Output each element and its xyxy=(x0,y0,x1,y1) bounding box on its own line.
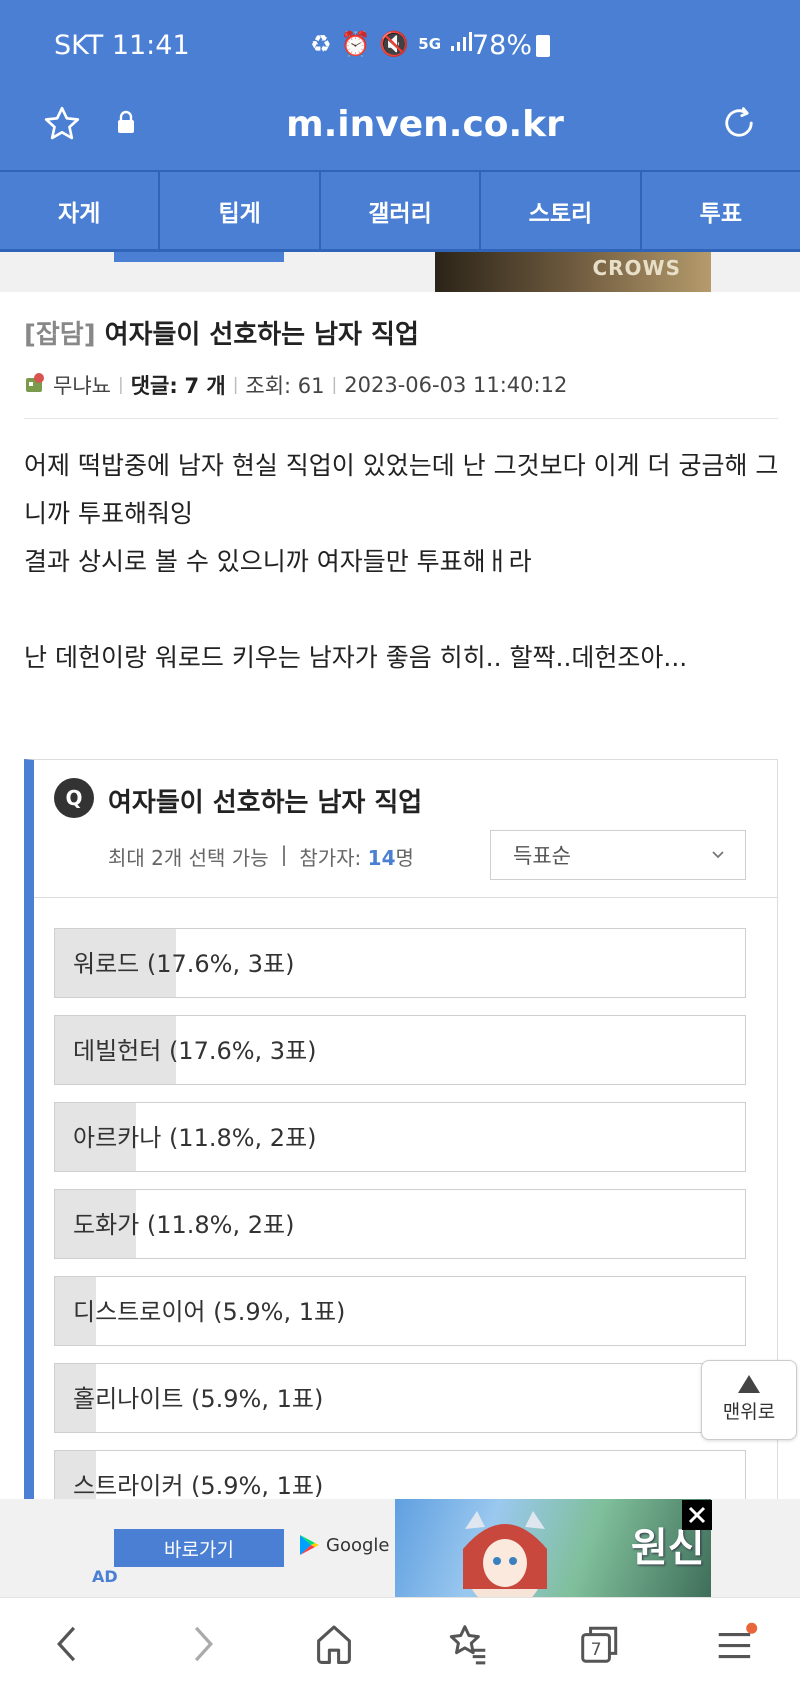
poll-header: Q 여자들이 선호하는 남자 직업 최대 2개 선택 가능 | 참가자: 14명… xyxy=(34,760,778,898)
ad-label: AD xyxy=(92,1567,118,1586)
status-time: SKT 11:41 xyxy=(54,30,190,61)
poll-box: Q 여자들이 선호하는 남자 직업 최대 2개 선택 가능 | 참가자: 14명… xyxy=(24,759,778,1520)
participants-count: 14 xyxy=(367,846,396,870)
poll-option[interactable]: 디스트로이어 (5.9%, 1표) xyxy=(54,1276,746,1346)
board-tabs: 자게 팁게 갤러리 스토리 투표 xyxy=(0,170,800,252)
bottom-ad-banner[interactable]: 바로가기 Google Play AD 원신 xyxy=(0,1499,800,1597)
sort-value: 득표순 xyxy=(513,844,571,868)
poll-option[interactable]: 도화가 (11.8%, 2표) xyxy=(54,1189,746,1259)
poll-option[interactable]: 데빌헌터 (17.6%, 3표) xyxy=(54,1015,746,1085)
comments-label: 댓글: xyxy=(130,374,178,398)
poll-option[interactable]: 워로드 (17.6%, 3표) xyxy=(54,928,746,998)
status-icons: ♻ ⏰ 🔇 5G xyxy=(310,30,474,58)
battery-icon xyxy=(536,34,551,57)
home-icon[interactable] xyxy=(314,1622,354,1670)
browser-nav-bar: 7 xyxy=(0,1597,800,1689)
alarm-icon: ⏰ xyxy=(340,30,371,58)
post-comments[interactable]: 댓글: 7 개 xyxy=(131,370,226,400)
poll-option-label: 홀리나이트 (5.9%, 1표) xyxy=(73,1385,324,1413)
poll-info-divider: | xyxy=(280,842,288,866)
poll-option-label: 워로드 (17.6%, 3표) xyxy=(73,950,295,978)
poll-option-label: 디스트로이어 (5.9%, 1표) xyxy=(73,1298,346,1326)
tabs-count: 7 xyxy=(591,1640,602,1660)
participants-label: 참가자: xyxy=(299,846,362,870)
top-ad-banner[interactable]: CROWS xyxy=(0,252,800,292)
poll-option[interactable]: 홀리나이트 (5.9%, 1표) xyxy=(54,1363,746,1433)
divider xyxy=(24,418,778,419)
tab-free-board[interactable]: 자게 xyxy=(0,172,161,249)
comments-count: 7 개 xyxy=(184,374,226,398)
tabs-icon[interactable]: 7 xyxy=(578,1622,622,1670)
forward-icon[interactable] xyxy=(184,1622,220,1670)
recycle-icon: ♻ xyxy=(310,30,332,58)
author-level-icon xyxy=(24,372,46,399)
battery-status: 78% xyxy=(472,30,551,61)
bookmarks-icon[interactable] xyxy=(446,1622,490,1670)
poll-participants: 참가자: 14명 xyxy=(299,842,414,871)
meta-divider: | xyxy=(232,375,239,395)
post-paragraph: 어제 떡밥중에 남자 현실 직업이 있었는데 난 그것보다 이게 더 궁금해 그… xyxy=(24,451,779,528)
mute-icon: 🔇 xyxy=(379,30,410,58)
ad-artwork[interactable]: 원신 xyxy=(395,1499,711,1597)
sort-select[interactable]: 득표순 xyxy=(490,830,746,880)
ad-goto-button[interactable]: 바로가기 xyxy=(114,1529,284,1567)
arrow-up-icon xyxy=(738,1375,760,1393)
poll-max-select: 최대 2개 선택 가능 xyxy=(108,846,269,870)
tab-vote[interactable]: 투표 xyxy=(642,172,800,249)
battery-percent: 78% xyxy=(472,30,533,61)
back-icon[interactable] xyxy=(50,1622,86,1670)
meta-divider: | xyxy=(117,375,124,395)
poll-options: 워로드 (17.6%, 3표) 데빌헌터 (17.6%, 3표) 아르카나 (11.… xyxy=(54,928,746,1537)
post-title-text: 여자들이 선호하는 남자 직업 xyxy=(104,320,419,350)
browser-header: SKT 11:41 ♻ ⏰ 🔇 5G 78% m.inven.co.kr xyxy=(0,0,800,170)
signal-icon xyxy=(450,30,474,58)
poll-option[interactable]: 아르카나 (11.8%, 2표) xyxy=(54,1102,746,1172)
poll-info: 최대 2개 선택 가능 | 참가자: 14명 xyxy=(108,842,414,871)
top-ad-button[interactable] xyxy=(114,252,284,262)
post-paragraph xyxy=(24,586,784,634)
chevron-down-icon xyxy=(709,844,727,868)
post-title: [잡담] 여자들이 선호하는 남자 직업 xyxy=(24,314,419,351)
meta-divider: | xyxy=(331,375,338,395)
poll-option-label: 아르카나 (11.8%, 2표) xyxy=(73,1124,317,1152)
tab-story[interactable]: 스토리 xyxy=(481,172,642,249)
tab-gallery[interactable]: 갤러리 xyxy=(321,172,482,249)
post-paragraph: 결과 상시로 볼 수 있으니까 여자들만 투표해ㅐ라 xyxy=(24,547,532,576)
post-views: 조회: 61 xyxy=(245,374,325,398)
top-ad-image[interactable]: CROWS xyxy=(435,252,711,292)
google-play-icon xyxy=(300,1535,319,1555)
menu-icon[interactable] xyxy=(714,1622,758,1670)
back-to-top-button[interactable]: 맨위로 xyxy=(701,1360,797,1440)
post-category: [잡담] xyxy=(24,320,96,350)
poll-title: 여자들이 선호하는 남자 직업 xyxy=(108,788,423,818)
ad-close-button[interactable] xyxy=(682,1500,712,1530)
poll-option-label: 도화가 (11.8%, 2표) xyxy=(73,1211,295,1239)
post-paragraph: 난 데헌이랑 워로드 키우는 남자가 좋음 히히.. 할짝..데헌조아... xyxy=(24,643,688,672)
post-body: 어제 떡밥중에 남자 현실 직업이 있었는데 난 그것보다 이게 더 궁금해 그… xyxy=(24,442,784,682)
post-author[interactable]: 무냐뇨 xyxy=(53,370,111,400)
network-5g-icon: 5G xyxy=(418,35,442,53)
post-meta: 무냐뇨 | 댓글: 7 개 | 조회: 61 | 2023-06-03 11:4… xyxy=(24,370,567,400)
participants-unit: 명 xyxy=(395,846,414,870)
post-date: 2023-06-03 11:40:12 xyxy=(344,373,568,397)
back-to-top-label: 맨위로 xyxy=(722,1401,776,1423)
question-badge: Q xyxy=(54,778,94,818)
url-text[interactable]: m.inven.co.kr xyxy=(0,104,800,145)
top-ad-logo-text: CROWS xyxy=(592,256,681,280)
close-icon xyxy=(688,1506,706,1524)
poll-option-label: 데빌헌터 (17.6%, 3표) xyxy=(73,1037,317,1065)
tab-tip-board[interactable]: 팁게 xyxy=(160,172,321,249)
reload-icon[interactable] xyxy=(718,102,760,148)
